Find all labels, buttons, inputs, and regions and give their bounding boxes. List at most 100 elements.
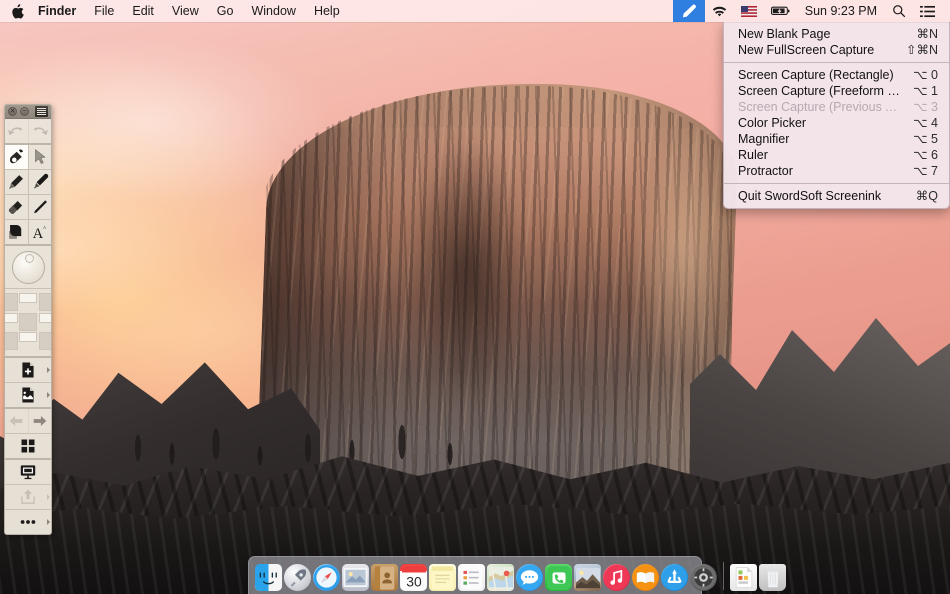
redo-button[interactable] <box>29 119 52 143</box>
dock-item-itunes[interactable] <box>603 564 630 591</box>
palette-row-shape-text: A ^ <box>5 220 51 246</box>
dock-item-trash[interactable] <box>759 564 786 591</box>
presentation-button[interactable] <box>5 460 51 484</box>
menu-bar-clock[interactable]: Sun 9:23 PM <box>797 0 885 22</box>
swatch[interactable] <box>5 293 18 311</box>
menu-item-shortcut: ⌘Q <box>915 189 938 203</box>
safari-compass-icon <box>313 564 340 591</box>
close-glyph: ✕ <box>9 108 16 115</box>
menu-bar-item-view[interactable]: View <box>163 0 208 22</box>
dock-item-ibooks[interactable] <box>632 564 659 591</box>
menu-item-quit-swordsoft-screenink[interactable]: Quit SwordSoft Screenink ⌘Q <box>724 188 949 204</box>
contacts-book-icon <box>374 565 395 590</box>
menu-item-screen-capture-freeform-shape[interactable]: Screen Capture (Freeform Shape) ⌥ 1 <box>724 83 949 99</box>
more-button[interactable] <box>5 510 51 534</box>
undo-button[interactable] <box>5 119 29 143</box>
swatch[interactable] <box>38 332 51 350</box>
dock-item-finder[interactable] <box>255 564 282 591</box>
calendar-day-number: 30 <box>406 573 422 589</box>
capture-page-button[interactable] <box>5 383 51 407</box>
dock-item-system-preferences[interactable] <box>690 564 717 591</box>
swatch[interactable] <box>19 293 37 303</box>
menu-item-new-blank-page[interactable]: New Blank Page ⌘N <box>724 26 949 42</box>
color-wheel[interactable] <box>5 246 51 288</box>
photos-icon <box>575 567 600 588</box>
wallpaper-rock-shadow <box>392 120 542 450</box>
dock-item-mail[interactable] <box>342 564 369 591</box>
menu-item-label: Quit SwordSoft Screenink <box>738 189 882 203</box>
palette-title-bar[interactable]: ✕ − <box>5 105 51 119</box>
apple-logo-icon[interactable] <box>0 0 35 22</box>
menu-bar-item-window[interactable]: Window <box>242 0 304 22</box>
dock-item-reminders[interactable] <box>458 564 485 591</box>
new-page-button[interactable] <box>5 358 51 382</box>
swatch[interactable] <box>5 312 18 323</box>
ibooks-icon <box>632 564 659 591</box>
menu-item-new-fullscreen-capture[interactable]: New FullScreen Capture ⇧⌘N <box>724 42 949 58</box>
pen-eraser-icon[interactable] <box>672 0 705 22</box>
palette-row-color-wheel <box>5 246 51 289</box>
grid-view-button[interactable] <box>5 434 51 458</box>
menu-item-ruler[interactable]: Ruler ⌥ 6 <box>724 147 949 163</box>
us-flag-glyph <box>740 5 757 17</box>
share-button[interactable] <box>5 485 51 509</box>
menu-item-label: Screen Capture (Rectangle) <box>738 68 894 82</box>
menu-bar-item-file[interactable]: File <box>85 0 123 22</box>
pencil-tool[interactable] <box>5 170 29 194</box>
dock-item-notes[interactable] <box>429 564 456 591</box>
page-next-button[interactable] <box>29 409 52 433</box>
dock-item-calendar[interactable]: 30 <box>400 564 427 591</box>
battery-charging-icon[interactable] <box>764 0 797 22</box>
dock-item-contacts[interactable] <box>371 564 398 591</box>
wifi-icon[interactable] <box>705 0 734 22</box>
eraser-tool[interactable] <box>5 195 29 219</box>
dock-item-safari[interactable] <box>313 564 340 591</box>
shape-tool[interactable] <box>5 220 29 244</box>
palette-menu-icon[interactable] <box>35 106 48 117</box>
notification-center-icon[interactable] <box>913 0 942 22</box>
menu-bar-item-go[interactable]: Go <box>208 0 243 22</box>
pen-icon <box>33 173 48 189</box>
dock-item-appstore[interactable] <box>661 564 688 591</box>
chevron-right-icon[interactable] <box>46 367 50 373</box>
dock-item-launchpad[interactable] <box>284 564 311 591</box>
highlighter-tool[interactable] <box>5 145 29 169</box>
swatch[interactable] <box>38 293 51 311</box>
menu-item-label: Screen Capture (Freeform Shape) <box>738 84 903 98</box>
text-tool[interactable]: A ^ <box>29 220 52 244</box>
menu-bar-item-finder[interactable]: Finder <box>35 0 85 22</box>
menu-bar-item-help[interactable]: Help <box>305 0 349 22</box>
dock-item-facetime[interactable] <box>545 564 572 591</box>
swatch[interactable] <box>19 312 37 331</box>
swatch[interactable] <box>5 332 18 350</box>
text-A-icon: A ^ <box>33 225 46 241</box>
dock-item-photos[interactable] <box>574 564 601 591</box>
dock-item-documents-stack[interactable] <box>730 564 757 591</box>
color-swatches[interactable] <box>5 289 51 356</box>
dock-item-maps[interactable] <box>487 564 514 591</box>
swatch[interactable] <box>38 312 51 323</box>
menu-item-color-picker[interactable]: Color Picker ⌥ 4 <box>724 115 949 131</box>
page-prev-button[interactable] <box>5 409 29 433</box>
us-flag-icon[interactable] <box>734 0 764 22</box>
chevron-right-icon[interactable] <box>46 494 50 500</box>
screenink-tool-palette[interactable]: ✕ − A ^ <box>4 104 52 535</box>
menu-item-protractor[interactable]: Protractor ⌥ 7 <box>724 163 949 179</box>
menu-bar-item-edit[interactable]: Edit <box>123 0 163 22</box>
select-tool[interactable] <box>29 145 52 169</box>
swatch[interactable] <box>19 332 37 342</box>
messages-bubble-icon <box>516 564 543 591</box>
search-icon[interactable] <box>885 0 913 22</box>
chevron-right-icon[interactable] <box>46 519 50 525</box>
pen-tool[interactable] <box>29 170 52 194</box>
palette-row-more <box>5 510 51 534</box>
menu-item-magnifier[interactable]: Magnifier ⌥ 5 <box>724 131 949 147</box>
battery-glyph <box>770 6 790 15</box>
menu-item-screen-capture-rectangle[interactable]: Screen Capture (Rectangle) ⌥ 0 <box>724 67 949 83</box>
close-icon[interactable]: ✕ <box>8 107 17 116</box>
line-tool[interactable] <box>29 195 52 219</box>
dock-item-messages[interactable] <box>516 564 543 591</box>
minimize-icon[interactable]: − <box>20 107 29 116</box>
chevron-right-icon[interactable] <box>46 392 50 398</box>
shapes-icon <box>9 224 22 239</box>
